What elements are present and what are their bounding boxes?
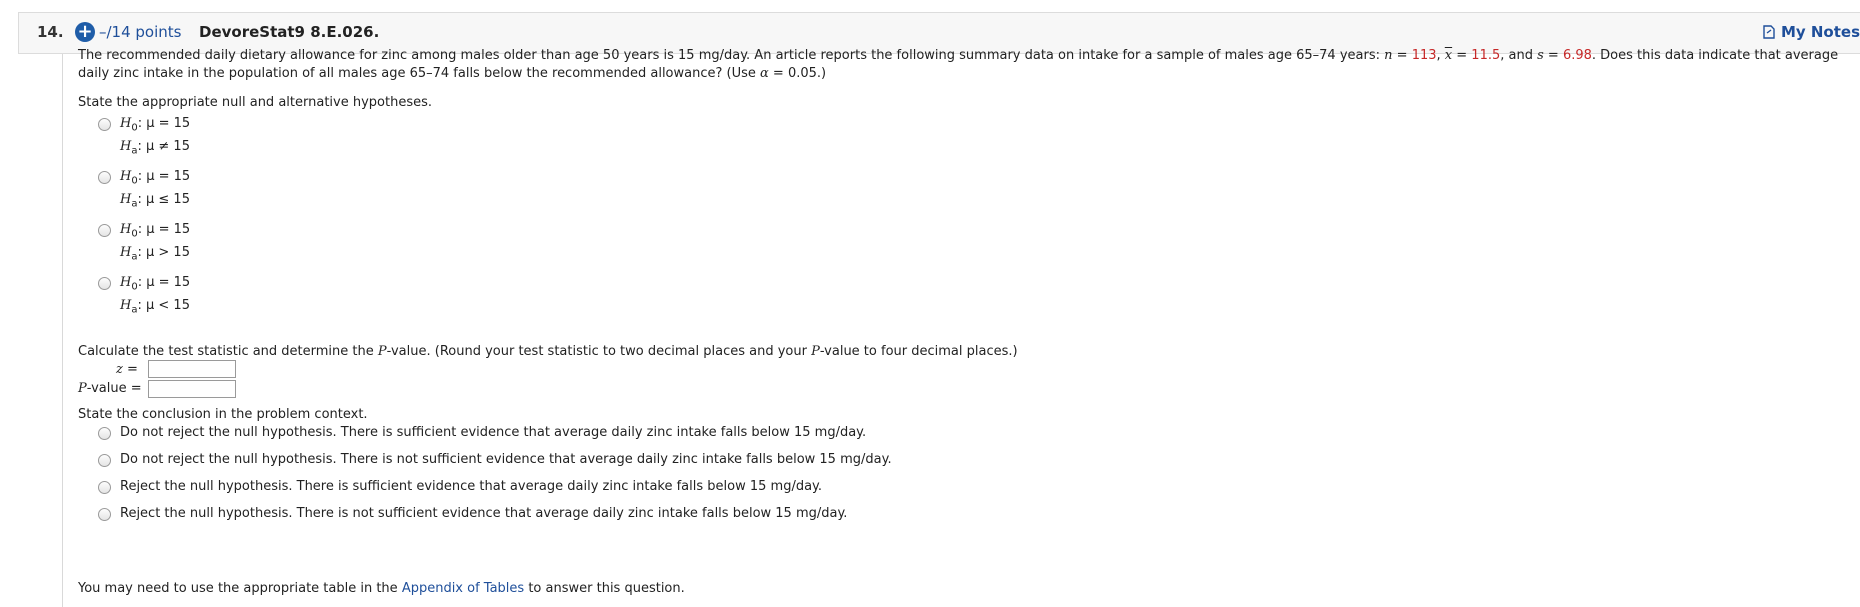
- h-symbol: H: [120, 139, 132, 154]
- hypotheses-prompt: State the appropriate null and alternati…: [78, 95, 432, 110]
- ha-text: : μ > 15: [137, 245, 190, 260]
- question-code: DevoreStat9 8.E.026.: [199, 23, 380, 41]
- s-equals: =: [1543, 48, 1563, 63]
- z-row: z =: [78, 360, 378, 381]
- p-symbol: P: [811, 344, 820, 359]
- h0-line: H0: μ = 15: [120, 168, 190, 191]
- my-notes-label[interactable]: My Notes: [1781, 23, 1860, 41]
- h0-line: H0: μ = 15: [120, 221, 190, 244]
- p-value-text: -value: [86, 381, 127, 396]
- radio-button[interactable]: [98, 118, 111, 131]
- question-number: 14.: [37, 23, 64, 41]
- plus-circle-icon[interactable]: +: [75, 22, 95, 42]
- hypothesis-option[interactable]: H0: μ = 15 Ha: μ ≤ 15: [98, 168, 398, 212]
- footer-text-2: to answer this question.: [524, 581, 685, 596]
- radio-button[interactable]: [98, 508, 111, 521]
- p-symbol: P: [78, 381, 87, 396]
- n-value: 113: [1411, 48, 1437, 63]
- footer-note: You may need to use the appropriate tabl…: [78, 580, 685, 598]
- ha-text: : μ ≤ 15: [137, 192, 190, 207]
- alpha-value: = 0.05.): [768, 66, 827, 81]
- sep-2: , and: [1500, 48, 1538, 63]
- radio-button[interactable]: [98, 171, 111, 184]
- n-equals: =: [1392, 48, 1412, 63]
- conclusion-text: Do not reject the null hypothesis. There…: [120, 452, 892, 467]
- hypothesis-option[interactable]: H0: μ = 15 Ha: μ < 15: [98, 274, 398, 318]
- problem-text-1: The recommended daily dietary allowance …: [78, 48, 1385, 63]
- p-symbol: P: [377, 344, 387, 359]
- radio-button[interactable]: [98, 277, 111, 290]
- h-symbol: H: [120, 116, 132, 131]
- my-notes-link[interactable]: My Notes: [1763, 23, 1860, 41]
- ha-text: : μ ≠ 15: [137, 139, 190, 154]
- points-label[interactable]: –/14 points: [99, 23, 181, 41]
- sep-1: ,: [1436, 48, 1445, 63]
- n-symbol: n: [1384, 48, 1393, 63]
- s-symbol: s: [1537, 48, 1544, 63]
- conclusion-text: Do not reject the null hypothesis. There…: [120, 425, 867, 440]
- conclusion-text: Reject the null hypothesis. There is suf…: [120, 479, 823, 494]
- radio-button[interactable]: [98, 454, 111, 467]
- ha-text: : μ < 15: [137, 298, 190, 313]
- z-symbol: z: [116, 362, 123, 377]
- ha-line: Ha: μ ≠ 15: [120, 138, 190, 161]
- h0-line: H0: μ = 15: [120, 115, 190, 138]
- calc-text-3: -value to four decimal places.): [819, 344, 1018, 359]
- z-input[interactable]: [148, 360, 236, 378]
- alpha-symbol: α: [760, 66, 769, 81]
- calc-text-1: Calculate the test statistic and determi…: [78, 344, 378, 359]
- h0-text: : μ = 15: [137, 222, 191, 237]
- h-symbol: H: [120, 275, 132, 290]
- radio-button[interactable]: [98, 224, 111, 237]
- hypothesis-option[interactable]: H0: μ = 15 Ha: μ > 15: [98, 221, 398, 265]
- footer-text-1: You may need to use the appropriate tabl…: [78, 581, 402, 596]
- p-value-input[interactable]: [148, 380, 236, 398]
- h0-text: : μ = 15: [137, 275, 191, 290]
- problem-statement: The recommended daily dietary allowance …: [78, 47, 1853, 83]
- left-border: [62, 54, 63, 607]
- h-symbol: H: [120, 245, 132, 260]
- h0-text: : μ = 15: [137, 116, 191, 131]
- h0-text: : μ = 15: [137, 169, 191, 184]
- calc-prompt: Calculate the test statistic and determi…: [78, 343, 1018, 361]
- conclusion-prompt: State the conclusion in the problem cont…: [78, 407, 368, 422]
- appendix-link[interactable]: Appendix of Tables: [402, 581, 524, 596]
- p-value-label: P-value =: [78, 380, 142, 398]
- h-symbol: H: [120, 298, 132, 313]
- ha-line: Ha: μ > 15: [120, 244, 190, 267]
- h0-line: H0: μ = 15: [120, 274, 190, 297]
- z-label: z =: [116, 361, 138, 379]
- p-equals: =: [126, 381, 142, 396]
- p-row: P-value =: [78, 380, 378, 400]
- h-symbol: H: [120, 192, 132, 207]
- conclusion-text: Reject the null hypothesis. There is not…: [120, 506, 848, 521]
- calc-text-2: -value. (Round your test statistic to tw…: [386, 344, 812, 359]
- s-value: 6.98: [1562, 48, 1592, 63]
- h-symbol: H: [120, 169, 132, 184]
- ha-line: Ha: μ ≤ 15: [120, 191, 190, 214]
- radio-button[interactable]: [98, 481, 111, 494]
- h-symbol: H: [120, 222, 132, 237]
- x-equals: =: [1452, 48, 1472, 63]
- radio-button[interactable]: [98, 427, 111, 440]
- note-document-icon: [1763, 25, 1775, 39]
- z-equals: =: [122, 362, 138, 377]
- xbar-value: 11.5: [1471, 48, 1501, 63]
- hypothesis-option[interactable]: H0: μ = 15 Ha: μ ≠ 15: [98, 115, 398, 159]
- ha-line: Ha: μ < 15: [120, 297, 190, 320]
